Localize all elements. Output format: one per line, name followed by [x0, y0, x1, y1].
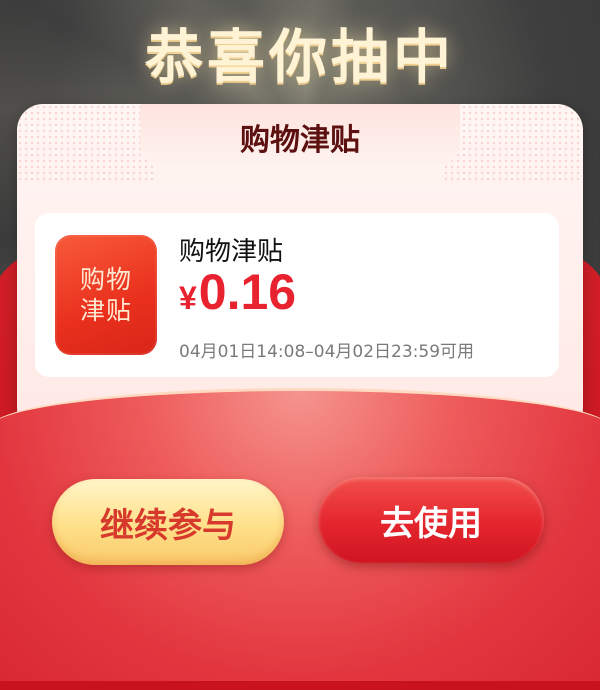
coupon[interactable]: 购物 津贴 购物津贴 ¥ 0.16 04月01日14:08–04月02日23:5… — [35, 213, 559, 377]
coupon-validity: 04月01日14:08–04月02日23:59可用 — [179, 342, 475, 362]
currency-symbol: ¥ — [179, 280, 197, 316]
continue-button[interactable]: 继续参与 — [52, 479, 284, 565]
congrats-headline: 恭喜你抽中 — [144, 23, 455, 91]
prize-tab-label: 购物津贴 — [240, 123, 360, 158]
coupon-icon-line1: 购物 — [79, 265, 132, 294]
coupon-badge-icon: 购物 津贴 — [55, 235, 157, 355]
amount-value: 0.16 — [198, 264, 297, 320]
prize-tab: 购物津贴 — [140, 104, 460, 170]
coupon-icon-line2: 津贴 — [79, 296, 132, 325]
use-button[interactable]: 去使用 — [318, 477, 544, 563]
coupon-amount: ¥ 0.16 — [179, 263, 296, 321]
